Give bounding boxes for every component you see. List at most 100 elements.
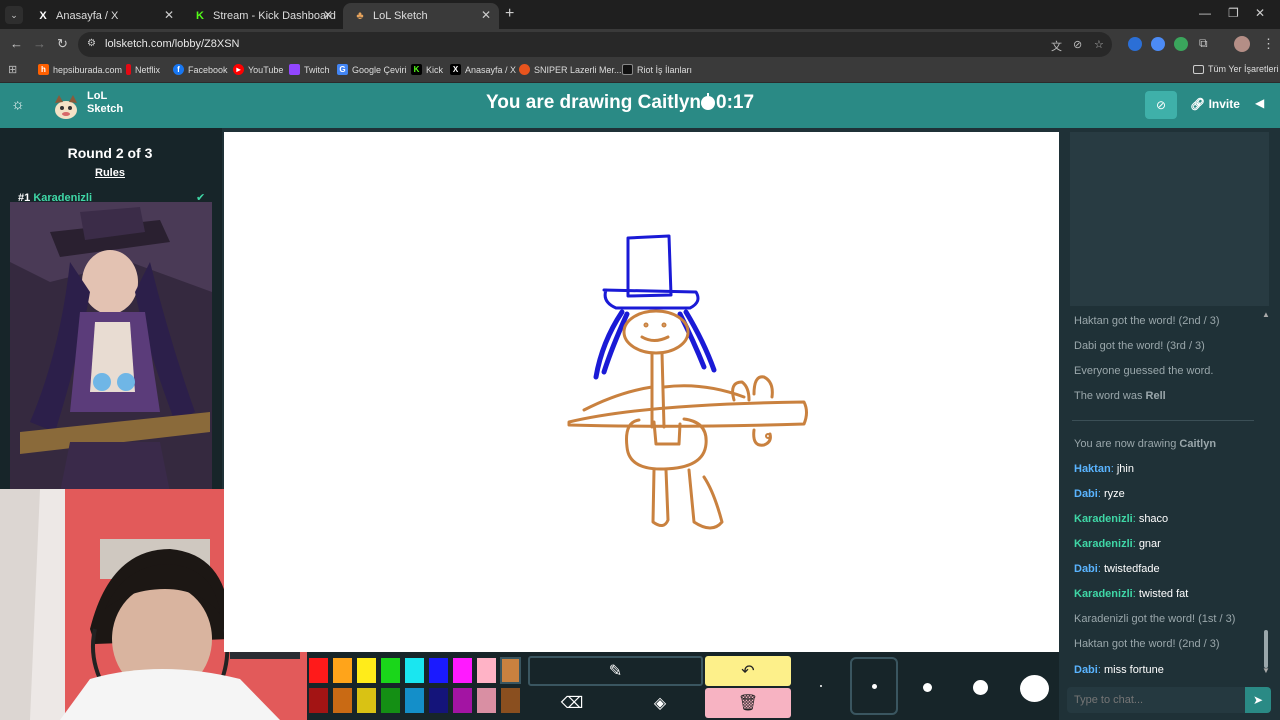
back-icon[interactable]: ← [10,36,23,51]
poro-logo-icon [55,95,77,119]
bookmark-star-icon[interactable]: ☆ [1094,38,1104,51]
close-icon[interactable]: ✕ [481,8,491,22]
color-swatch[interactable] [404,657,425,684]
bookmark-item[interactable]: ▸ YouTube [233,64,283,75]
eraser-tool-button[interactable]: ⌫ [528,688,616,718]
reload-icon[interactable]: ↻ [57,36,68,52]
color-swatch[interactable] [452,657,473,684]
scroll-thumb[interactable] [1264,630,1268,668]
chat-text: jhin [1116,463,1134,475]
hide-eye-slash-button[interactable]: ⊘ [1145,91,1177,119]
close-icon[interactable]: ✕ [164,8,174,22]
facebook-icon: f [173,64,184,75]
ad-placeholder [1070,132,1269,306]
app-header: ☼ LoL Sketch You are drawing Caitlyn 0:1… [0,83,1280,128]
drawing-canvas[interactable] [224,132,1059,652]
extension-icon[interactable] [1128,37,1142,51]
bookmark-item[interactable]: X Anasayfa / X [450,64,516,75]
minimize-icon[interactable]: — [1199,6,1211,20]
color-swatch[interactable] [404,687,425,714]
new-tab-button[interactable]: + [505,5,514,23]
bookmark-item[interactable]: f Facebook [173,64,228,75]
color-swatch[interactable] [380,657,401,684]
netflix-icon [126,64,131,75]
bookmark-item[interactable]: Riot İş İlanları [622,64,692,75]
color-swatch[interactable] [476,687,497,714]
chat-text: ryze [1103,488,1125,500]
brush-size-sm[interactable] [850,657,898,715]
system-highlight-word: Rell [1145,390,1166,402]
forward-icon[interactable]: → [33,36,46,51]
extensions-puzzle-icon[interactable]: ⧉ [1199,36,1208,51]
color-swatch[interactable] [500,687,521,714]
tab-title: Stream - Kick Dashboard [213,10,336,22]
invite-button[interactable]: 🔗︎ Invite [1190,97,1240,111]
riot-icon [622,64,633,75]
pencil-tool-button[interactable]: ✎ [528,656,703,686]
restore-icon[interactable]: ❐ [1228,6,1239,20]
tab-search-button[interactable]: ⌄ [5,6,23,24]
extension-icon[interactable] [1151,37,1165,51]
brush-size-xl[interactable] [1010,657,1058,715]
bookmark-item[interactable]: G Google Çeviri [337,64,407,75]
color-swatch[interactable] [428,687,449,714]
color-swatch[interactable] [476,657,497,684]
trash-icon: 🗑︎ [737,695,759,712]
undo-button[interactable]: ↶ [705,656,791,686]
chat-message: Dabi: twistedfade [1074,563,1160,575]
color-swatch[interactable] [308,657,329,684]
bookmark-item[interactable]: h hepsiburada.com [38,64,122,75]
speaker-icon[interactable]: ◀︎ [1255,96,1264,110]
bookmark-item[interactable]: Twitch [289,64,330,75]
color-swatch[interactable] [428,657,449,684]
color-swatch[interactable] [380,687,401,714]
system-message: Everyone guessed the word. [1074,365,1214,377]
bookmark-item[interactable]: Netflix [126,64,160,75]
send-button[interactable]: ➤ [1245,687,1271,713]
chat-input[interactable] [1067,687,1245,713]
drawing-toolbar: ✎ ⌫ ◈ ↶ 🗑︎ [307,652,1060,720]
brush-dot-icon [1020,675,1049,702]
tab-kick-dashboard[interactable]: K Stream - Kick Dashboard ✕ [183,3,341,29]
translate-icon[interactable]: 文 [1051,38,1062,54]
color-swatch[interactable] [308,687,329,714]
color-swatch[interactable] [356,687,377,714]
rules-link[interactable]: Rules [0,167,220,179]
chat-panel: Haktan got the word! (2nd / 3) Dabi got t… [1059,128,1280,720]
color-swatch[interactable] [332,687,353,714]
theme-toggle-sun-icon[interactable]: ☼ [11,96,25,113]
eye-slash-icon[interactable]: ⊘ [1073,38,1082,51]
site-info-icon[interactable]: ⚙ [87,38,96,49]
brush-size-md[interactable] [903,657,951,715]
tab-lol-sketch[interactable]: ♣ LoL Sketch ✕ [343,3,499,29]
profile-avatar[interactable] [1234,36,1250,52]
chat-username: Dabi [1074,488,1098,500]
kick-logo-icon: K [196,10,204,22]
x-logo-icon: X [39,10,47,22]
link-icon: 🔗︎ [1190,97,1206,111]
scroll-down-icon[interactable]: ▼ [1262,666,1270,675]
window-close-icon[interactable]: ✕ [1255,6,1265,20]
fill-bucket-tool-button[interactable]: ◈ [617,688,703,718]
all-bookmarks-folder[interactable]: Tüm Yer İşaretleri [1193,64,1279,74]
system-text: You are now drawing [1074,438,1180,450]
apps-grid-icon[interactable]: ⊞ [8,63,17,76]
color-swatch[interactable] [356,657,377,684]
clear-canvas-button[interactable]: 🗑︎ [705,688,791,718]
chat-scrollbar[interactable]: ▲ ▼ [1262,310,1270,675]
extension-icon[interactable] [1174,37,1188,51]
omnibox[interactable]: ⚙ lolsketch.com/lobby/Z8XSN 文 ⊘ ☆ [78,32,1112,57]
brush-size-xs[interactable] [797,657,845,715]
bookmark-item[interactable]: K Kick [411,64,443,75]
color-swatch[interactable] [500,657,521,684]
bookmark-item[interactable]: SNIPER Lazerli Mer... [519,64,622,75]
brush-size-lg[interactable] [956,657,1004,715]
google-translate-icon: G [337,64,348,75]
scroll-up-icon[interactable]: ▲ [1262,310,1270,319]
color-swatch[interactable] [452,687,473,714]
tab-x-home[interactable]: X Anasayfa / X ✕ [26,3,182,29]
menu-dots-icon[interactable]: ⋮ [1262,36,1275,52]
color-swatch[interactable] [332,657,353,684]
close-icon[interactable]: ✕ [323,8,333,22]
url-text[interactable]: lolsketch.com/lobby/Z8XSN [105,38,240,50]
